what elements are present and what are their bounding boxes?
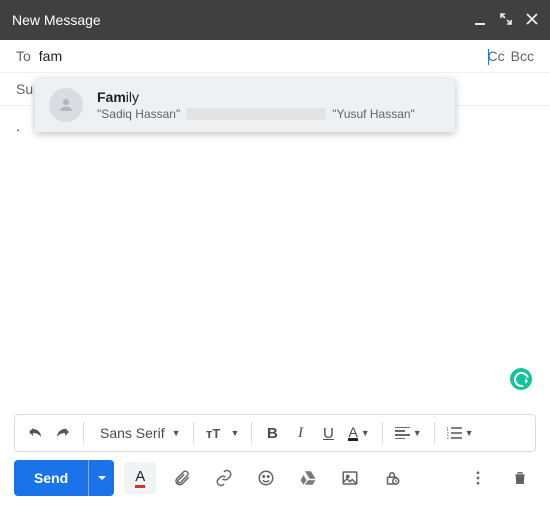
send-options-button[interactable] — [88, 460, 114, 496]
close-icon[interactable] — [526, 12, 538, 28]
suggestion-item[interactable]: Family "Sadiq Hassan" "Yusuf Hassan" — [35, 78, 455, 132]
more-options-icon[interactable] — [462, 462, 494, 494]
formatting-toolbar: Sans Serif ▼ тТ ▼ B I U A ▼ ▼ 123 ▼ — [14, 414, 536, 452]
insert-image-icon[interactable] — [334, 462, 366, 494]
send-split-button: Send — [14, 460, 114, 496]
drive-icon[interactable] — [292, 462, 324, 494]
to-input[interactable]: fam — [39, 48, 488, 64]
underline-button[interactable]: U — [316, 419, 340, 447]
font-size-button[interactable]: тТ ▼ — [202, 419, 244, 447]
suggestion-name-match: Fam — [97, 89, 126, 105]
list-button[interactable]: 123 ▼ — [443, 419, 478, 447]
svg-text:3: 3 — [447, 437, 449, 439]
compose-body[interactable]: . — [0, 106, 550, 356]
suggestion-name-rest: ily — [126, 89, 139, 105]
recipients-row: To fam Cc Bcc — [0, 40, 550, 72]
font-selector[interactable]: Sans Serif ▼ — [92, 419, 185, 447]
suggestion-member-2: "Yusuf Hassan" — [332, 107, 415, 121]
suggestion-member-1: "Sadiq Hassan" — [97, 107, 180, 121]
send-row: Send A — [14, 460, 536, 496]
undo-button[interactable] — [23, 419, 47, 447]
compose-header: New Message — [0, 0, 550, 40]
chevron-down-icon: ▼ — [172, 428, 181, 438]
redacted-icon — [186, 108, 326, 120]
separator — [434, 422, 435, 444]
send-button[interactable]: Send — [14, 460, 88, 496]
bold-button[interactable]: B — [260, 419, 284, 447]
to-label: To — [16, 48, 31, 64]
body-text: . — [16, 118, 20, 134]
emoji-icon[interactable] — [250, 462, 282, 494]
attach-file-icon[interactable] — [166, 462, 198, 494]
text-color-button[interactable]: A ▼ — [344, 419, 373, 447]
separator — [251, 422, 252, 444]
svg-text:тТ: тТ — [206, 426, 220, 441]
discard-icon[interactable] — [504, 462, 536, 494]
subject-partial: Su — [16, 81, 33, 97]
insert-link-icon[interactable] — [208, 462, 240, 494]
window-controls — [474, 12, 538, 28]
recipient-suggestion-popup: Family "Sadiq Hassan" "Yusuf Hassan" — [35, 78, 455, 132]
align-button[interactable]: ▼ — [391, 419, 426, 447]
avatar — [49, 88, 83, 122]
chevron-down-icon: ▼ — [231, 428, 240, 438]
suggestion-text: Family "Sadiq Hassan" "Yusuf Hassan" — [97, 89, 441, 121]
chevron-down-icon: ▼ — [361, 428, 370, 438]
separator — [382, 422, 383, 444]
suggestion-name: Family — [97, 89, 441, 105]
compose-title: New Message — [12, 12, 474, 28]
chevron-down-icon: ▼ — [413, 428, 422, 438]
suggestion-members: "Sadiq Hassan" "Yusuf Hassan" — [97, 107, 441, 121]
chevron-down-icon: ▼ — [465, 428, 474, 438]
expand-icon[interactable] — [500, 12, 512, 28]
grammarly-icon[interactable] — [510, 368, 532, 390]
confidential-mode-icon[interactable] — [376, 462, 408, 494]
bcc-link[interactable]: Bcc — [511, 48, 534, 64]
minimize-icon[interactable] — [474, 12, 486, 28]
cc-link[interactable]: Cc — [488, 48, 505, 64]
text-format-toggle[interactable]: A — [124, 462, 156, 494]
separator — [193, 422, 194, 444]
redo-button[interactable] — [51, 419, 75, 447]
italic-button[interactable]: I — [288, 419, 312, 447]
separator — [83, 422, 84, 444]
